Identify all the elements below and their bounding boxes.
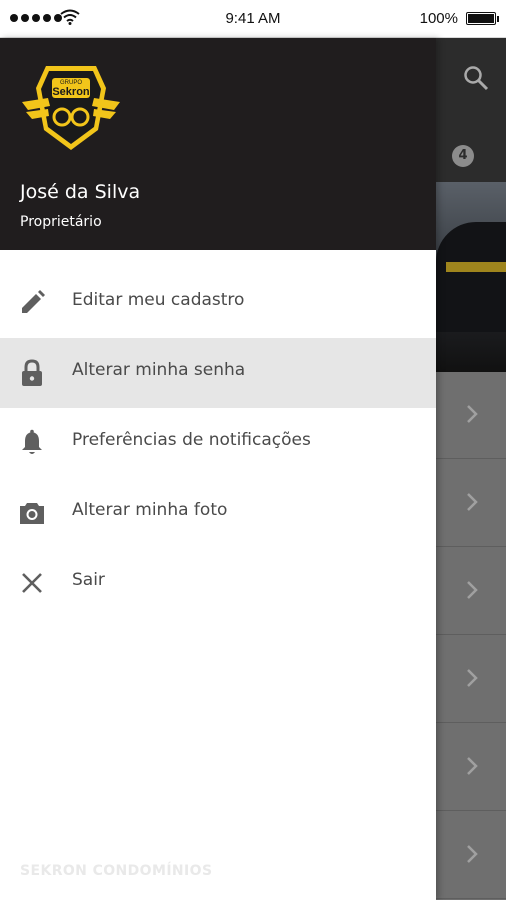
background-list-row	[436, 548, 506, 635]
sekron-logo: GRUPO Sekron	[22, 66, 120, 150]
menu-item-logout[interactable]: Sair	[0, 548, 436, 618]
menu-label: Alterar minha foto	[72, 500, 228, 520]
drawer-header: GRUPO Sekron José da Silva Proprietário	[0, 38, 436, 250]
navigation-drawer: GRUPO Sekron José da Silva Proprietário …	[0, 38, 436, 900]
chevron-right-icon	[467, 405, 478, 423]
bell-icon	[22, 429, 42, 454]
menu-item-change-password[interactable]: Alterar minha senha	[0, 338, 436, 408]
menu-item-change-photo[interactable]: Alterar minha foto	[0, 478, 436, 548]
chevron-right-icon	[467, 669, 478, 687]
menu-label: Editar meu cadastro	[72, 290, 245, 310]
chevron-right-icon	[467, 845, 478, 863]
menu-item-edit-profile[interactable]: Editar meu cadastro	[0, 268, 436, 338]
user-role: Proprietário	[20, 214, 102, 230]
status-bar: 9:41 AM 100%	[0, 0, 506, 38]
battery-icon	[466, 12, 499, 25]
lock-icon	[22, 359, 42, 386]
background-banner-photo	[436, 182, 506, 372]
camera-icon	[20, 503, 44, 524]
menu-label: Preferências de notificações	[72, 430, 311, 450]
background-list-row	[436, 724, 506, 811]
background-list-row	[436, 460, 506, 547]
menu-item-notification-preferences[interactable]: Preferências de notificações	[0, 408, 436, 478]
chevron-right-icon	[467, 757, 478, 775]
close-icon	[22, 573, 42, 593]
user-name: José da Silva	[20, 181, 141, 203]
background-list-row	[436, 812, 506, 899]
background-app-header: 4	[436, 38, 506, 182]
logo-text-sekron: Sekron	[52, 86, 90, 98]
footer-brand: SEKRON CONDOMÍNIOS	[20, 863, 213, 879]
background-list-row	[436, 636, 506, 723]
background-app-screen: 4	[436, 38, 506, 900]
chevron-right-icon	[467, 581, 478, 599]
battery-percentage: 100%	[419, 10, 458, 27]
chevron-right-icon	[467, 493, 478, 511]
pencil-icon	[22, 290, 45, 313]
menu-label: Sair	[72, 570, 105, 590]
background-list-row	[436, 372, 506, 459]
search-icon	[464, 66, 489, 91]
notification-badge: 4	[452, 145, 474, 167]
menu-label: Alterar minha senha	[72, 360, 246, 380]
